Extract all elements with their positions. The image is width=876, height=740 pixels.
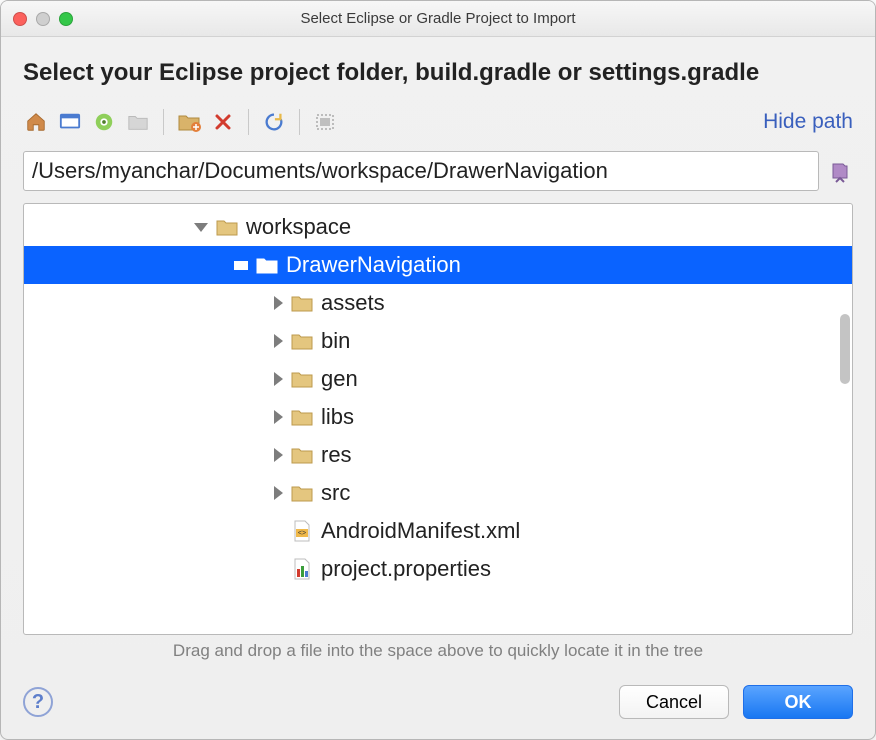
tree-row[interactable]: workspace bbox=[24, 208, 852, 246]
folder-icon bbox=[289, 404, 315, 430]
history-dropdown-icon[interactable] bbox=[827, 155, 853, 187]
delete-icon[interactable] bbox=[210, 109, 236, 135]
desktop-icon[interactable] bbox=[57, 109, 83, 135]
tree-row[interactable]: res bbox=[24, 436, 852, 474]
hide-path-link[interactable]: Hide path bbox=[763, 110, 853, 134]
tree-item-label: DrawerNavigation bbox=[286, 252, 461, 278]
tree-row[interactable]: gen bbox=[24, 360, 852, 398]
disclosure-triangle-closed-icon[interactable] bbox=[274, 448, 283, 462]
ok-button[interactable]: OK bbox=[743, 685, 853, 719]
project-icon[interactable] bbox=[125, 109, 151, 135]
disclosure-triangle-closed-icon[interactable] bbox=[274, 410, 283, 424]
folder-icon bbox=[214, 214, 240, 240]
toolbar-separator bbox=[163, 109, 164, 135]
title-bar[interactable]: Select Eclipse or Gradle Project to Impo… bbox=[1, 1, 875, 37]
file-tree: workspace DrawerNavigation assets bin gen lib… bbox=[24, 204, 852, 592]
disclosure-triangle-open-icon[interactable] bbox=[234, 261, 248, 270]
drag-drop-hint: Drag and drop a file into the space abov… bbox=[23, 641, 853, 661]
disclosure-triangle-closed-icon[interactable] bbox=[274, 334, 283, 348]
folder-icon bbox=[289, 442, 315, 468]
path-row bbox=[23, 151, 853, 191]
disclosure-triangle-closed-icon[interactable] bbox=[274, 372, 283, 386]
file-tree-scroll[interactable]: workspace DrawerNavigation assets bin gen lib… bbox=[24, 204, 852, 634]
tree-row[interactable]: libs bbox=[24, 398, 852, 436]
tree-item-label: bin bbox=[321, 328, 350, 354]
disclosure-triangle-closed-icon[interactable] bbox=[274, 296, 283, 310]
svg-text:<>: <> bbox=[298, 530, 306, 537]
folder-icon bbox=[289, 328, 315, 354]
new-folder-icon[interactable] bbox=[176, 109, 202, 135]
instruction-heading: Select your Eclipse project folder, buil… bbox=[23, 59, 853, 87]
tree-item-label: gen bbox=[321, 366, 358, 392]
tree-item-label: workspace bbox=[246, 214, 351, 240]
xml-icon: <> bbox=[289, 518, 315, 544]
tree-item-label: res bbox=[321, 442, 352, 468]
tree-row[interactable]: project.properties bbox=[24, 550, 852, 588]
traffic-lights bbox=[13, 12, 73, 26]
zoom-window-button[interactable] bbox=[59, 12, 73, 26]
dialog-footer: ? Cancel OK bbox=[1, 675, 875, 739]
tree-item-label: src bbox=[321, 480, 350, 506]
close-window-button[interactable] bbox=[13, 12, 27, 26]
file-tree-panel: workspace DrawerNavigation assets bin gen lib… bbox=[23, 203, 853, 635]
toolbar-separator bbox=[248, 109, 249, 135]
folder-icon bbox=[289, 290, 315, 316]
folder-icon bbox=[289, 480, 315, 506]
tree-item-label: assets bbox=[321, 290, 385, 316]
file-toolbar: Hide path bbox=[23, 105, 853, 139]
disclosure-triangle-closed-icon[interactable] bbox=[274, 486, 283, 500]
help-button[interactable]: ? bbox=[23, 687, 53, 717]
tree-row[interactable]: DrawerNavigation bbox=[24, 246, 852, 284]
cancel-button[interactable]: Cancel bbox=[619, 685, 729, 719]
tree-row[interactable]: src bbox=[24, 474, 852, 512]
scrollbar-thumb[interactable] bbox=[840, 314, 850, 384]
tree-row[interactable]: bin bbox=[24, 322, 852, 360]
props-icon bbox=[289, 556, 315, 582]
dialog-content: Select your Eclipse project folder, buil… bbox=[1, 37, 875, 675]
folder-icon bbox=[254, 252, 280, 278]
tree-item-label: project.properties bbox=[321, 556, 491, 582]
toolbar-separator bbox=[299, 109, 300, 135]
disclosure-triangle-open-icon[interactable] bbox=[194, 223, 208, 232]
tree-row[interactable]: <> AndroidManifest.xml bbox=[24, 512, 852, 550]
path-input[interactable] bbox=[23, 151, 819, 191]
home-icon[interactable] bbox=[23, 109, 49, 135]
dialog-window: Select Eclipse or Gradle Project to Impo… bbox=[0, 0, 876, 740]
android-icon[interactable] bbox=[91, 109, 117, 135]
minimize-window-button[interactable] bbox=[36, 12, 50, 26]
show-hidden-icon[interactable] bbox=[312, 109, 338, 135]
tree-row[interactable]: assets bbox=[24, 284, 852, 322]
folder-icon bbox=[289, 366, 315, 392]
tree-item-label: libs bbox=[321, 404, 354, 430]
tree-item-label: AndroidManifest.xml bbox=[321, 518, 520, 544]
refresh-icon[interactable] bbox=[261, 109, 287, 135]
window-title: Select Eclipse or Gradle Project to Impo… bbox=[1, 10, 875, 27]
